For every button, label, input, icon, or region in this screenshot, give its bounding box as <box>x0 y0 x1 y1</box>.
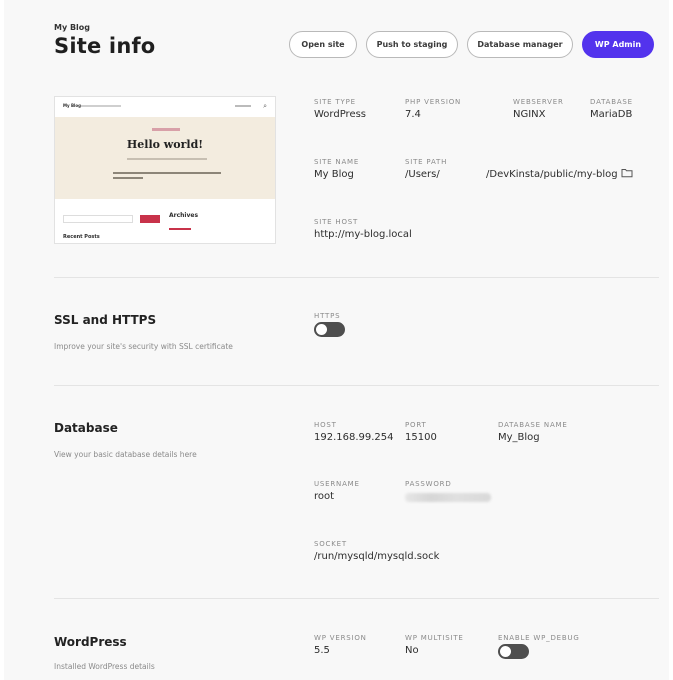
preview-menu <box>235 105 251 107</box>
db-username-label: USERNAME <box>314 480 360 488</box>
preview-body-line <box>113 172 221 174</box>
wp-version-label: WP VERSION <box>314 634 367 642</box>
database-type-value: MariaDB <box>590 109 633 120</box>
folder-icon[interactable] <box>621 168 633 178</box>
db-port-label: PORT <box>405 421 427 429</box>
site-type-value: WordPress <box>314 109 367 120</box>
ssl-section-title: SSL and HTTPS <box>54 313 157 327</box>
site-path-value-start: /Users/ <box>405 169 440 180</box>
preview-search-field <box>63 215 133 223</box>
db-host-value: 192.168.99.254 <box>314 432 394 443</box>
site-type-label: SITE TYPE <box>314 98 356 106</box>
webserver-label: WEBSERVER <box>513 98 564 106</box>
preview-navbar: My Blog ⌕ <box>55 97 275 117</box>
section-divider <box>54 277 659 278</box>
db-socket-label: SOCKET <box>314 540 347 548</box>
wp-multisite-label: WP MULTISITE <box>405 634 464 642</box>
db-name-label: DATABASE NAME <box>498 421 568 429</box>
push-to-staging-button[interactable]: Push to staging <box>366 31 458 58</box>
db-username-value: root <box>314 491 335 502</box>
open-site-button[interactable]: Open site <box>289 31 357 58</box>
redacted-username <box>450 168 480 180</box>
db-host-label: HOST <box>314 421 337 429</box>
php-version-label: PHP VERSION <box>405 98 462 106</box>
preview-site-title: My Blog <box>63 103 82 108</box>
preview-tagline <box>81 105 121 107</box>
preview-recent-posts-heading: Recent Posts <box>63 234 100 240</box>
wordpress-section-title: WordPress <box>54 635 127 649</box>
site-name-value: My Blog <box>314 169 354 180</box>
database-section-title: Database <box>54 421 118 435</box>
db-password-value-blurred <box>405 493 491 502</box>
site-preview-thumbnail[interactable]: My Blog ⌕ Hello world! Archives Recent P… <box>54 96 276 244</box>
preview-archives-heading: Archives <box>169 212 199 219</box>
section-divider <box>54 385 659 386</box>
https-label: HTTPS <box>314 312 341 320</box>
database-type-label: DATABASE <box>590 98 633 106</box>
php-version-value: 7.4 <box>405 109 421 120</box>
https-toggle[interactable] <box>314 322 345 337</box>
preview-category-pill <box>152 128 180 131</box>
preview-headline: Hello world! <box>126 138 204 151</box>
wp-version-value: 5.5 <box>314 645 330 656</box>
site-path-value-end: /DevKinsta/public/my-blog <box>486 169 618 180</box>
site-host-label: SITE HOST <box>314 218 359 226</box>
toggle-knob <box>500 646 511 657</box>
toggle-knob <box>316 324 327 335</box>
site-info-page: My Blog Site info Open site Push to stag… <box>4 0 669 680</box>
wordpress-section-description: Installed WordPress details <box>54 662 155 671</box>
site-host-value[interactable]: http://my-blog.local <box>314 229 412 240</box>
preview-search-button <box>140 215 160 223</box>
site-path-label: SITE PATH <box>405 158 448 166</box>
webserver-value: NGINX <box>513 109 546 120</box>
wp-multisite-value: No <box>405 645 419 656</box>
wp-admin-button[interactable]: WP Admin <box>582 31 654 58</box>
site-name-kicker: My Blog <box>54 23 91 32</box>
search-icon: ⌕ <box>263 102 267 110</box>
db-name-value: My_Blog <box>498 432 540 443</box>
ssl-section-description: Improve your site's security with SSL ce… <box>54 342 233 351</box>
db-port-value: 15100 <box>405 432 437 443</box>
wp-debug-label: ENABLE WP_DEBUG <box>498 634 580 642</box>
preview-archive-link <box>169 228 191 230</box>
preview-post-meta <box>127 158 207 160</box>
preview-body-line <box>113 177 143 179</box>
preview-hero: Hello world! <box>55 117 275 199</box>
page-title: Site info <box>54 34 156 58</box>
wp-debug-toggle[interactable] <box>498 644 529 659</box>
db-password-label: PASSWORD <box>405 480 452 488</box>
site-name-label: SITE NAME <box>314 158 360 166</box>
section-divider <box>54 598 659 599</box>
database-section-description: View your basic database details here <box>54 450 197 459</box>
db-socket-value: /run/mysqld/mysqld.sock <box>314 551 440 562</box>
page-header: My Blog Site info Open site Push to stag… <box>4 0 669 80</box>
database-manager-button[interactable]: Database manager <box>467 31 573 58</box>
